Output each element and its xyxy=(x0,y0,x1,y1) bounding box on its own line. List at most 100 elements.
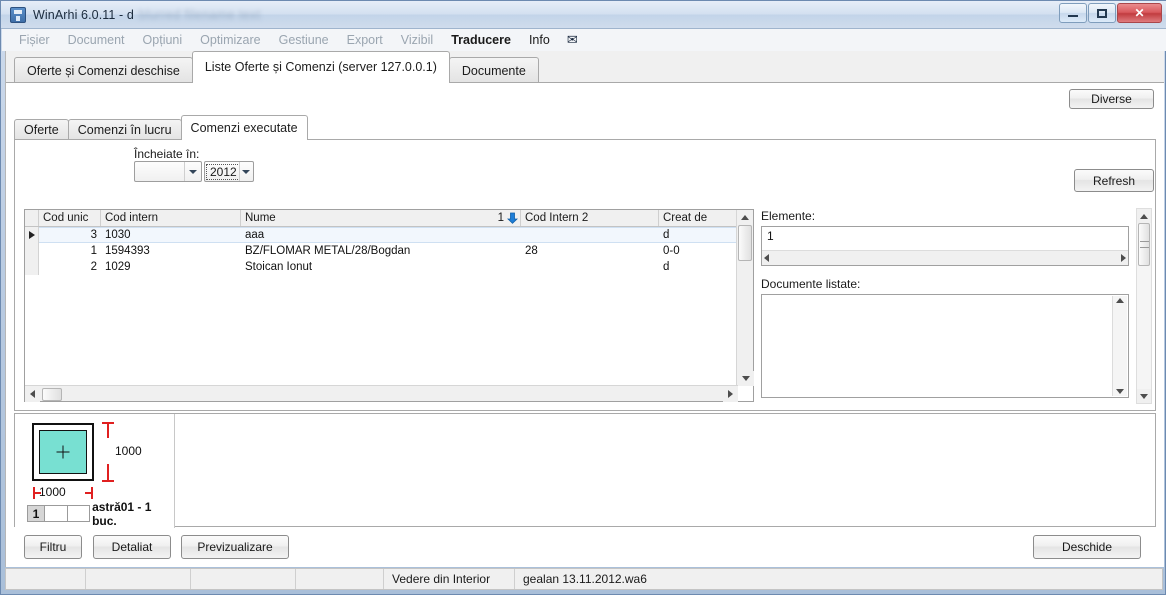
maximize-button[interactable] xyxy=(1088,3,1116,23)
cell-nume: Stoican Ionut xyxy=(245,261,313,273)
scroll-up-icon[interactable] xyxy=(1137,209,1151,223)
menu-item-optimizare[interactable]: Optimizare xyxy=(191,31,269,49)
elemente-hscrollbar[interactable] xyxy=(762,250,1128,265)
menu-item-traducere[interactable]: Traducere xyxy=(442,31,520,49)
sort-order-number: 1 xyxy=(497,212,504,224)
status-cell-3 xyxy=(191,569,296,589)
table-row[interactable]: 1 1594393 BZ/FLOMAR METAL/28/Bogdan 28 0… xyxy=(25,243,753,259)
menu-item-optiuni[interactable]: Opțiuni xyxy=(134,31,192,49)
scroll-up-icon[interactable] xyxy=(737,210,753,225)
tab-liste-oferte-comenzi[interactable]: Liste Oferte și Comenzi (server 127.0.0.… xyxy=(191,51,450,83)
maximize-icon xyxy=(1097,8,1107,18)
detail-panel: Elemente: 1 Documente listate: xyxy=(758,208,1152,404)
status-file-name: gealan 13.11.2012.wa6 xyxy=(523,572,647,586)
row-selector[interactable] xyxy=(25,259,39,275)
cell-cod-unic: 2 xyxy=(90,261,97,273)
scroll-down-icon[interactable] xyxy=(1116,389,1124,394)
scroll-right-icon[interactable] xyxy=(1121,254,1126,262)
tab-comenzi-executate[interactable]: Comenzi executate xyxy=(180,115,308,140)
chevron-down-icon-year xyxy=(238,162,253,181)
scroll-left-icon[interactable] xyxy=(25,386,40,402)
status-cell-4 xyxy=(296,569,384,589)
window-title: WinArhi 6.0.11 - d xyxy=(33,7,134,22)
minimize-button[interactable] xyxy=(1059,3,1087,23)
scroll-up-icon[interactable] xyxy=(1116,298,1124,303)
year-dropdown-value: 2012 xyxy=(206,163,240,180)
menu-bar: Fișier Document Opțiuni Optimizare Gesti… xyxy=(2,29,1166,51)
table-row[interactable]: 2 1029 Stoican Ionut d xyxy=(25,259,753,275)
menu-item-export[interactable]: Export xyxy=(338,31,392,49)
tab-comenzi-in-lucru[interactable]: Comenzi în lucru xyxy=(67,119,182,140)
menu-item-fisier[interactable]: Fișier xyxy=(10,31,59,49)
grid-horizontal-scrollbar[interactable] xyxy=(25,385,738,402)
orders-grid[interactable]: Cod unic Cod intern Nume 1 Cod Intern 2 … xyxy=(24,209,754,402)
menu-item-document[interactable]: Document xyxy=(59,31,134,49)
width-dimension-label: 1000 xyxy=(39,485,66,499)
scroll-down-icon[interactable] xyxy=(1137,389,1151,403)
documente-listate-listbox[interactable] xyxy=(761,294,1129,398)
menu-item-gestiune[interactable]: Gestiune xyxy=(270,31,338,49)
year-dropdown[interactable]: 2012 xyxy=(204,161,254,182)
height-dimension-line xyxy=(102,422,115,482)
month-dropdown[interactable] xyxy=(134,161,202,182)
list-item[interactable]: 1 xyxy=(762,227,1128,245)
refresh-button[interactable]: Refresh xyxy=(1074,169,1154,192)
column-header-nume[interactable]: Nume 1 xyxy=(241,210,521,226)
column-header-cod-intern[interactable]: Cod intern xyxy=(101,210,241,226)
inner-tabstrip: Oferte Comenzi în lucru Comenzi executat… xyxy=(14,115,1156,140)
previzualizare-button[interactable]: Previzualizare xyxy=(181,535,289,559)
preview-item[interactable]: 1000 1000 1 astră01 - 1 buc. xyxy=(15,414,175,528)
grid-vscroll-thumb[interactable] xyxy=(738,225,752,261)
preview-caption-text: astră01 - 1 buc. xyxy=(92,499,152,528)
detail-scroll-thumb[interactable] xyxy=(1138,223,1150,266)
table-row[interactable]: 3 1030 aaa d xyxy=(25,227,753,243)
filtru-button[interactable]: Filtru xyxy=(24,535,82,559)
cell-creat-de: d xyxy=(663,261,670,273)
deschide-button[interactable]: Deschide xyxy=(1033,535,1141,559)
tab-oferte[interactable]: Oferte xyxy=(14,119,69,140)
window-drawing xyxy=(32,423,94,481)
grid-corner-header xyxy=(25,210,39,226)
detaliat-button[interactable]: Detaliat xyxy=(93,535,171,559)
cell-nume: aaa xyxy=(245,229,265,241)
outer-tab-panel: Diverse Oferte Comenzi în lucru Comenzi … xyxy=(6,82,1164,567)
grid-hscroll-thumb[interactable] xyxy=(42,387,62,401)
sort-descending-icon xyxy=(507,212,518,224)
mail-icon[interactable]: ✉ xyxy=(559,30,586,50)
elemente-label: Elemente: xyxy=(761,209,816,223)
height-dimension-label: 1000 xyxy=(115,444,142,458)
title-bar: WinArhi 6.0.11 - d blurred filename text… xyxy=(1,1,1166,29)
scroll-right-icon[interactable] xyxy=(723,386,738,402)
close-button[interactable]: ✕ xyxy=(1117,3,1162,23)
column-header-nume-label: Nume xyxy=(245,212,276,224)
row-selector-indicator xyxy=(25,227,39,243)
detail-panel-scrollbar[interactable] xyxy=(1136,208,1152,404)
scroll-left-icon[interactable] xyxy=(764,254,769,262)
cell-nume: BZ/FLOMAR METAL/28/Bogdan xyxy=(245,245,411,257)
documente-listate-label: Documente listate: xyxy=(761,277,861,291)
menu-item-info[interactable]: Info xyxy=(520,31,559,49)
column-header-creat-de[interactable]: Creat de xyxy=(659,210,737,226)
column-header-cod-unic[interactable]: Cod unic xyxy=(39,210,101,226)
preview-caption-box-2 xyxy=(67,505,91,522)
status-cell-1 xyxy=(6,569,86,589)
preview-area: 1000 1000 1 astră01 - 1 buc. xyxy=(14,413,1156,528)
cell-cod-intern: 1029 xyxy=(105,261,131,273)
incheiate-in-label: Încheiate în: xyxy=(134,147,200,161)
tab-documente[interactable]: Documente xyxy=(448,57,539,83)
cell-cod-intern-2: 28 xyxy=(525,245,538,257)
grid-body: 3 1030 aaa d 1 1594393 BZ/FLOMAR METAL/2… xyxy=(25,227,753,386)
application-window: WinArhi 6.0.11 - d blurred filename text… xyxy=(0,0,1166,595)
tab-oferte-comenzi-deschise[interactable]: Oferte și Comenzi deschise xyxy=(14,57,193,83)
status-bar: Vedere din Interior gealan 13.11.2012.wa… xyxy=(5,568,1163,590)
elemente-listbox[interactable]: 1 xyxy=(761,226,1129,266)
documente-vscrollbar[interactable] xyxy=(1112,296,1127,396)
scroll-down-icon[interactable] xyxy=(737,371,754,386)
column-header-cod-intern-2[interactable]: Cod Intern 2 xyxy=(521,210,659,226)
app-icon xyxy=(10,6,26,23)
preview-caption-box-1 xyxy=(44,505,68,522)
diverse-button[interactable]: Diverse xyxy=(1069,89,1154,109)
menu-item-vizibil[interactable]: Vizibil xyxy=(392,31,442,49)
row-selector[interactable] xyxy=(25,243,39,259)
grid-vertical-scrollbar[interactable] xyxy=(736,210,754,386)
